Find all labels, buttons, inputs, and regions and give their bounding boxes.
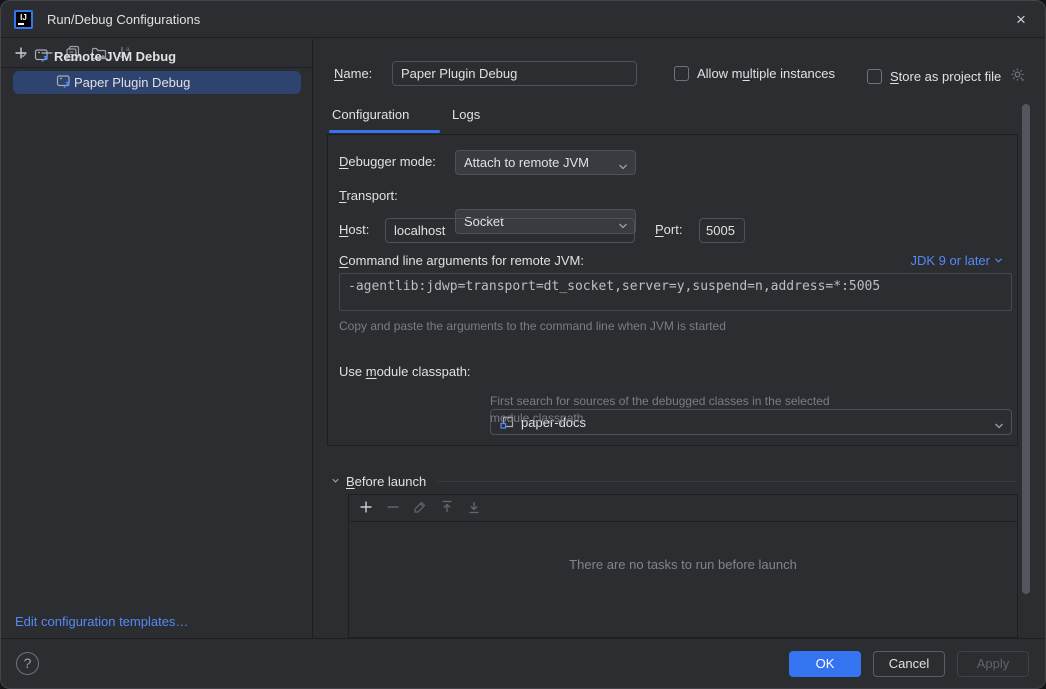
store-as-project-file-label: Store as project file xyxy=(890,69,1001,84)
run-debug-configurations-dialog: IJ Run/Debug Configurations × az Remote … xyxy=(0,0,1046,689)
before-launch-label: Before launch xyxy=(346,474,426,489)
tree-item-remote-jvm-debug[interactable]: Remote JVM Debug xyxy=(17,45,176,68)
gear-icon[interactable] xyxy=(1009,66,1026,86)
configuration-editor: Name: Allow multiple instances Store as … xyxy=(314,39,1045,638)
tree-item-label: Remote JVM Debug xyxy=(54,49,176,64)
move-up-icon[interactable] xyxy=(439,499,455,518)
chevron-down-icon[interactable] xyxy=(330,474,341,489)
close-icon[interactable]: × xyxy=(1011,10,1031,30)
tree-item-paper-plugin-debug[interactable]: Paper Plugin Debug xyxy=(13,71,301,94)
apply-button[interactable]: Apply xyxy=(957,651,1029,677)
dialog-footer: ? OK Cancel Apply xyxy=(1,638,1045,688)
configuration-tab-panel: Debugger mode: Attach to remote JVM Tran… xyxy=(327,134,1018,446)
active-tab-underline xyxy=(329,130,440,133)
allow-multiple-instances-label: Allow multiple instances xyxy=(697,66,835,81)
remote-debug-icon xyxy=(33,47,50,66)
name-input[interactable] xyxy=(392,61,637,86)
title-bar: IJ Run/Debug Configurations × xyxy=(1,1,1045,38)
chevron-down-icon xyxy=(994,418,1004,433)
edit-icon[interactable] xyxy=(412,499,428,518)
command-line-arguments-field[interactable]: -agentlib:jdwp=transport=dt_socket,serve… xyxy=(339,273,1012,311)
vertical-scrollbar-thumb[interactable] xyxy=(1022,104,1030,594)
port-label: Port: xyxy=(655,222,682,237)
module-classpath-hint: First search for sources of the debugged… xyxy=(490,393,830,427)
name-label: Name: xyxy=(334,66,372,81)
help-icon[interactable]: ? xyxy=(16,652,39,675)
chevron-down-icon[interactable] xyxy=(17,49,29,64)
ok-button[interactable]: OK xyxy=(789,651,861,677)
move-down-icon[interactable] xyxy=(466,499,482,518)
section-rule xyxy=(437,481,1015,482)
chevron-down-icon xyxy=(618,159,628,174)
tab-logs[interactable]: Logs xyxy=(452,107,480,122)
configurations-sidebar: az Remote JVM Debug Paper Plugin Debug E… xyxy=(1,39,313,638)
window-title: Run/Debug Configurations xyxy=(47,12,200,27)
remote-debug-icon xyxy=(55,73,72,92)
before-launch-empty-text: There are no tasks to run before launch xyxy=(349,557,1017,572)
command-line-arguments-label: Command line arguments for remote JVM: xyxy=(339,253,584,268)
intellij-logo: IJ xyxy=(14,10,33,29)
tab-configuration[interactable]: Configuration xyxy=(332,107,409,122)
command-line-hint: Copy and paste the arguments to the comm… xyxy=(339,319,726,333)
host-label: Host: xyxy=(339,222,369,237)
debugger-mode-label: Debugger mode: xyxy=(339,154,436,169)
edit-configuration-templates-link[interactable]: Edit configuration templates… xyxy=(15,614,188,629)
host-input[interactable] xyxy=(385,218,635,243)
before-launch-toolbar xyxy=(349,495,1017,522)
allow-multiple-instances-checkbox[interactable] xyxy=(674,66,689,81)
add-icon[interactable] xyxy=(358,499,374,518)
store-as-project-file-checkbox[interactable] xyxy=(867,69,882,84)
cancel-button[interactable]: Cancel xyxy=(873,651,945,677)
jdk-version-link[interactable]: JDK 9 or later xyxy=(911,253,1003,268)
tree-item-label: Paper Plugin Debug xyxy=(74,75,190,90)
debugger-mode-dropdown[interactable]: Attach to remote JVM xyxy=(455,150,636,175)
transport-label: Transport: xyxy=(339,188,398,203)
remove-icon[interactable] xyxy=(385,499,401,518)
port-input[interactable] xyxy=(699,218,745,243)
before-launch-tasks-panel: There are no tasks to run before launch xyxy=(348,494,1018,638)
module-classpath-label: Use module classpath: xyxy=(339,364,471,379)
before-launch-header: Before launch xyxy=(330,472,1015,490)
